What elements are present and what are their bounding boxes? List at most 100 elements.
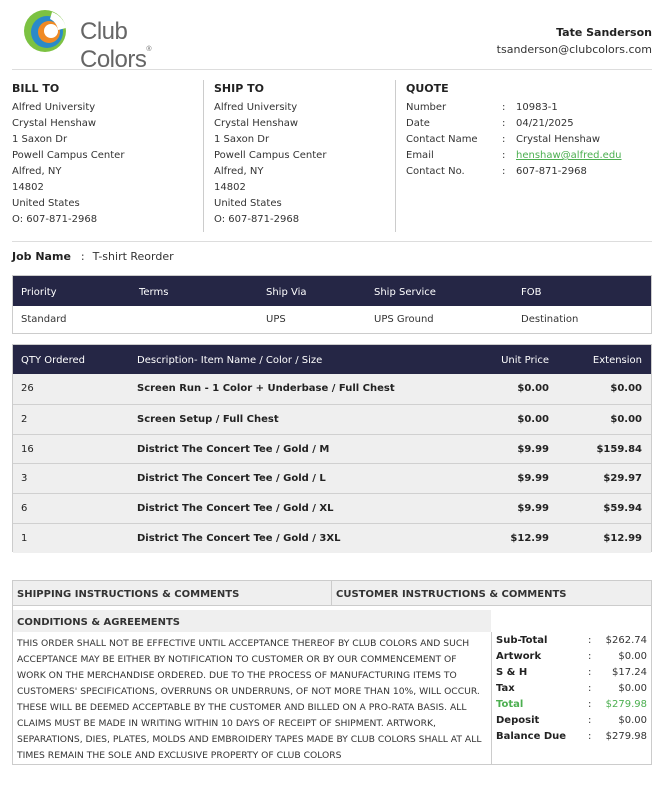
ship-via-header: Ship Via — [266, 287, 307, 298]
ship-service-value: UPS Ground — [374, 314, 434, 325]
total-value: $262.74 — [605, 635, 647, 646]
logo-wordmark: Club Colors® — [80, 18, 152, 73]
job-name-row: Job Name: T-shirt Reorder — [12, 250, 174, 263]
shipping-table: Priority Terms Ship Via Ship Service FOB… — [12, 275, 652, 334]
ship-via-value: UPS — [266, 314, 286, 325]
qty-header: QTY Ordered — [21, 355, 85, 366]
total-label: Sub-Total — [496, 635, 548, 646]
table-row: 2 Screen Setup / Full Chest $0.00 $0.00 — [13, 403, 651, 434]
ship-to-line: Alfred, NY — [214, 166, 264, 177]
description-header: Description- Item Name / Color / Size — [137, 355, 323, 366]
shipping-table-row: Standard UPS UPS Ground Destination — [13, 306, 651, 334]
shipping-table-header: Priority Terms Ship Via Ship Service FOB — [13, 276, 651, 306]
table-row: 1 District The Concert Tee / Gold / 3XL … — [13, 522, 651, 553]
bill-to-title: BILL TO — [12, 82, 60, 95]
extension-cell: $12.99 — [603, 532, 642, 544]
shipping-handling-row: S & H : $17.24 — [492, 665, 651, 681]
total-value: $17.24 — [612, 667, 647, 678]
colon: : — [502, 102, 506, 113]
colon: : — [588, 667, 592, 678]
description-cell: District The Concert Tee / Gold / L — [137, 473, 326, 485]
contact-email-link[interactable]: henshaw@alfred.edu — [516, 148, 622, 164]
unit-price-cell: $9.99 — [517, 443, 549, 455]
quote-value: 04/21/2025 — [516, 118, 574, 129]
unit-price-cell: $9.99 — [517, 503, 549, 515]
bill-to-line: United States — [12, 198, 80, 209]
colon: : — [588, 683, 592, 694]
total-value: $0.00 — [618, 651, 647, 662]
description-cell: Screen Run - 1 Color + Underbase / Full … — [137, 383, 395, 394]
quote-label: Email — [406, 150, 434, 161]
priority-value: Standard — [21, 314, 67, 325]
bill-to-line: 1 Saxon Dr — [12, 134, 68, 145]
colon: : — [588, 715, 592, 726]
ship-to-title: SHIP TO — [214, 82, 264, 95]
ship-to-line: Alfred University — [214, 102, 298, 113]
bill-to-block: BILL TO Alfred University Crystal Hensha… — [12, 80, 202, 232]
ship-to-line: 1 Saxon Dr — [214, 134, 270, 145]
unit-price-cell: $0.00 — [517, 383, 549, 394]
ship-to-line: United States — [214, 198, 282, 209]
colon: : — [502, 150, 506, 161]
colon: : — [588, 635, 592, 646]
ship-service-header: Ship Service — [374, 287, 436, 298]
total-label: S & H — [496, 667, 528, 678]
fob-value: Destination — [521, 314, 579, 325]
user-email[interactable]: tsanderson@clubcolors.com — [497, 43, 652, 56]
extension-cell: $59.94 — [603, 503, 642, 515]
column-divider — [331, 581, 332, 606]
quote-value: 607-871-2968 — [516, 166, 587, 177]
extension-header: Extension — [592, 355, 642, 366]
quote-contact-no-row: Contact No. : 607-871-2968 — [406, 164, 652, 180]
unit-price-cell: $9.99 — [517, 473, 549, 485]
total-value: $279.98 — [605, 699, 647, 710]
extension-cell: $29.97 — [603, 473, 642, 485]
tax-row: Tax : $0.00 — [492, 681, 651, 697]
table-row: 6 District The Concert Tee / Gold / XL $… — [13, 493, 651, 523]
quote-contact-name-row: Contact Name : Crystal Henshaw — [406, 132, 652, 148]
subtotal-row: Sub-Total : $262.74 — [492, 633, 651, 649]
artwork-row: Artwork : $0.00 — [492, 649, 651, 665]
description-cell: Screen Setup / Full Chest — [137, 413, 279, 425]
qty-cell: 16 — [21, 443, 34, 455]
colon: : — [502, 134, 506, 145]
qty-cell: 2 — [21, 413, 28, 425]
instructions-header: SHIPPING INSTRUCTIONS & COMMENTS CUSTOME… — [13, 581, 651, 606]
total-value: $0.00 — [618, 715, 647, 726]
extension-cell: $159.84 — [596, 443, 642, 455]
quote-value: Crystal Henshaw — [516, 134, 601, 145]
quote-label: Date — [406, 118, 430, 129]
club-colors-logo[interactable]: Club Colors® — [22, 8, 192, 73]
quote-label: Contact Name — [406, 134, 478, 145]
line-items-table: QTY Ordered Description- Item Name / Col… — [12, 344, 652, 553]
section-divider — [12, 241, 652, 242]
fob-header: FOB — [521, 287, 542, 298]
table-row: 26 Screen Run - 1 Color + Underbase / Fu… — [13, 374, 651, 404]
ship-to-line: O: 607-871-2968 — [214, 214, 300, 225]
extension-cell: $0.00 — [610, 383, 642, 394]
total-label: Tax — [496, 683, 515, 694]
user-name: Tate Sanderson — [556, 26, 652, 39]
shipping-instructions-title: SHIPPING INSTRUCTIONS & COMMENTS — [17, 589, 240, 600]
total-label: Deposit — [496, 715, 540, 726]
logo-swirl-icon — [24, 10, 66, 52]
ship-to-line: Powell Campus Center — [214, 150, 327, 161]
quote-email-row: Email : henshaw@alfred.edu — [406, 148, 652, 164]
quote-block: QUOTE Number : 10983-1 Date : 04/21/2025… — [395, 80, 652, 232]
qty-cell: 3 — [21, 473, 28, 485]
table-row: 3 District The Concert Tee / Gold / L $9… — [13, 463, 651, 494]
extension-cell: $0.00 — [610, 413, 642, 425]
bill-to-line: Alfred University — [12, 102, 96, 113]
qty-cell: 26 — [21, 383, 34, 394]
description-cell: District The Concert Tee / Gold / M — [137, 443, 330, 455]
colon: : — [80, 250, 85, 263]
qty-cell: 1 — [21, 532, 28, 544]
total-value: $0.00 — [618, 683, 647, 694]
terms-header: Terms — [139, 287, 169, 298]
balance-due-row: Balance Due : $279.98 — [492, 729, 651, 745]
bill-to-line: Alfred, NY — [12, 166, 62, 177]
quote-label: Contact No. — [406, 166, 465, 177]
address-section: BILL TO Alfred University Crystal Hensha… — [12, 80, 652, 232]
colon: : — [588, 731, 592, 742]
totals-block: Sub-Total : $262.74 Artwork : $0.00 S & … — [491, 632, 651, 764]
